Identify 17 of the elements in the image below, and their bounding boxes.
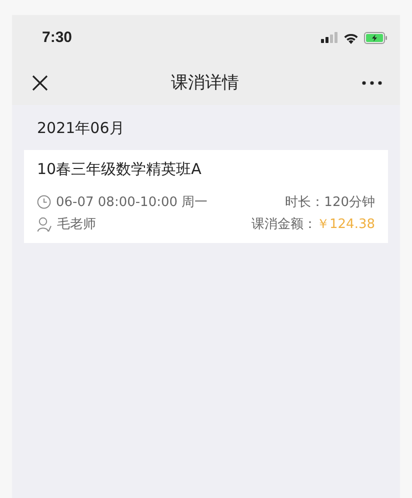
- course-name: 10春三年级数学精英班A: [37, 160, 202, 179]
- wifi-icon: [343, 32, 359, 44]
- month-heading: 2021年06月: [36, 118, 126, 139]
- schedule-text: 06-07 08:00-10:00 周一: [56, 194, 208, 211]
- duration-label: 时长：: [285, 194, 324, 211]
- person-icon: [37, 216, 52, 232]
- status-time: 7:30: [42, 29, 72, 46]
- close-button[interactable]: [32, 74, 48, 90]
- signal-icon: [321, 32, 338, 43]
- teacher-name: 毛老师: [57, 216, 96, 233]
- battery-icon: [364, 32, 388, 44]
- amount-value: ￥124.38: [316, 216, 375, 233]
- duration-value: 120分钟: [324, 194, 375, 211]
- page-title: 课消详情: [171, 72, 239, 94]
- more-button[interactable]: [362, 80, 382, 84]
- clock-icon: [37, 195, 51, 209]
- amount-label: 课消金额：: [252, 216, 316, 233]
